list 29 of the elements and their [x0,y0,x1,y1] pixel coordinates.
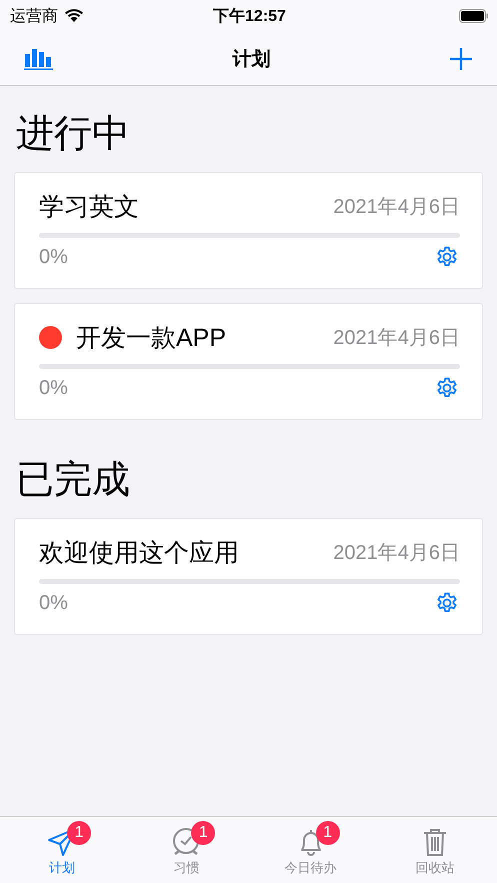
plan-date: 2021年4月6日 [333,326,460,351]
progress-percent: 0% [39,592,68,614]
plan-card[interactable]: 欢迎使用这个应用 2021年4月6日 0% [14,518,483,635]
tab[interactable]: 1 今日待办 [248,817,373,883]
notification-badge: 1 [191,821,216,845]
carrier-name: 运营商 [10,6,58,26]
plan-name: 开发一款APP [76,323,228,354]
notification-badge: 1 [316,821,340,845]
bar-chart-icon[interactable] [24,48,54,70]
plan-date: 2021年4月6日 [333,195,460,220]
section-title: 进行中 [15,112,131,157]
plan-card[interactable]: 开发一款APP 2021年4月6日 0% [14,303,483,420]
wifi-icon [64,9,84,23]
status-time: 下午12:57 [213,6,286,26]
plan-card[interactable]: 学习英文 2021年4月6日 0% [14,172,483,289]
progress-percent: 0% [39,246,68,268]
add-icon[interactable] [449,46,473,70]
clock-icon [171,827,202,857]
tab[interactable]: 回收站 [372,817,497,883]
tab[interactable]: 1 计划 [0,817,124,883]
plan-date: 2021年4月6日 [333,541,460,566]
nav-title: 计划 [232,48,270,72]
notification-badge: 1 [67,821,92,845]
battery-icon [458,9,489,23]
progress-percent: 0% [39,376,68,400]
section-title: 已完成 [15,458,131,503]
plan-name: 学习英文 [39,192,140,223]
plan-name: 欢迎使用这个应用 [39,538,240,569]
tab[interactable]: 1 习惯 [124,817,248,883]
